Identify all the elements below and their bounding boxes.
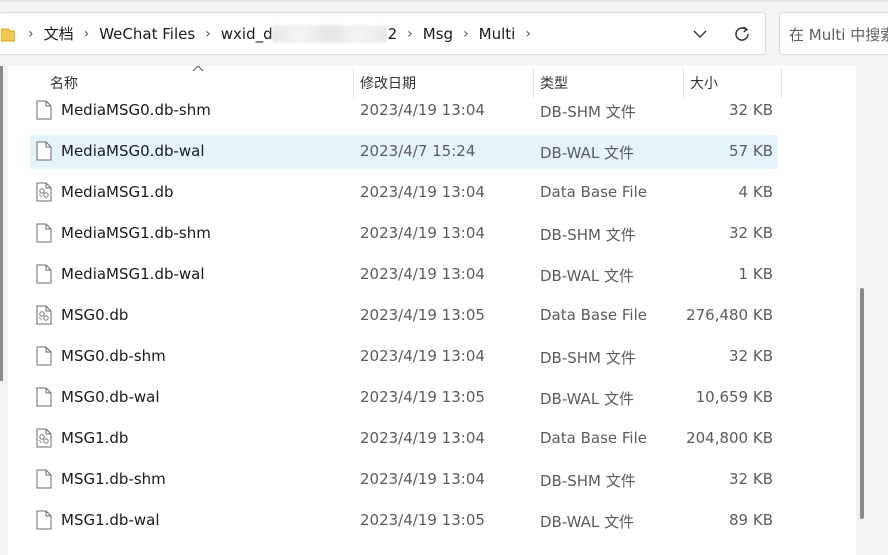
window-top-border xyxy=(0,0,888,2)
file-type: DB-SHM 文件 xyxy=(540,226,636,244)
file-row[interactable]: MediaMSG1.db 2023/4/19 13:04 Data Base Fil… xyxy=(30,176,778,210)
file-size: 1 KB xyxy=(738,265,773,283)
generic-file-icon xyxy=(36,264,52,288)
breadcrumb-item-multi[interactable]: Multi xyxy=(474,25,521,43)
file-name: MSG0.db xyxy=(61,306,129,324)
column-header-type[interactable]: 类型 xyxy=(540,70,568,96)
file-type: DB-SHM 文件 xyxy=(540,349,636,367)
file-name: MSG1.db xyxy=(61,429,129,447)
file-modified-date: 2023/4/19 13:04 xyxy=(360,265,485,283)
file-row[interactable]: MediaMSG1.db-wal 2023/4/19 13:04 DB-WAL 文件… xyxy=(30,258,778,292)
file-name: MSG1.db-wal xyxy=(61,511,160,529)
file-size: 4 KB xyxy=(738,183,773,201)
left-pane-scrollbar[interactable] xyxy=(0,66,3,381)
file-modified-date: 2023/4/19 13:04 xyxy=(360,101,485,119)
file-modified-date: 2023/4/19 13:05 xyxy=(360,511,485,529)
chevron-right-icon[interactable]: › xyxy=(458,26,474,42)
chevron-right-icon: › xyxy=(28,25,34,42)
search-placeholder: 在 Multi 中搜索 xyxy=(789,26,888,44)
chevron-right-icon[interactable]: › xyxy=(79,26,95,42)
file-name: MediaMSG1.db xyxy=(61,183,174,201)
refresh-button[interactable] xyxy=(729,21,755,47)
file-row[interactable]: MediaMSG1.db-shm 2023/4/19 13:04 DB-SHM 文件… xyxy=(30,217,778,251)
file-size: 32 KB xyxy=(729,101,773,119)
file-size: 57 KB xyxy=(729,142,773,160)
file-modified-date: 2023/4/19 13:05 xyxy=(360,388,485,406)
file-size: 276,480 KB xyxy=(686,306,773,324)
generic-file-icon xyxy=(36,100,52,124)
address-bar[interactable]: › 文档 › WeChat Files › wxid_d 2 › Msg › M… xyxy=(0,12,766,55)
file-type: Data Base File xyxy=(540,306,647,324)
file-row[interactable]: MSG0.db-wal 2023/4/19 13:05 DB-WAL 文件 10,65… xyxy=(30,381,778,415)
scrollbar-thumb[interactable] xyxy=(860,288,864,519)
generic-file-icon xyxy=(36,387,52,411)
file-size: 32 KB xyxy=(729,347,773,365)
file-type: DB-WAL 文件 xyxy=(540,267,635,285)
generic-file-icon xyxy=(36,223,52,247)
file-type: DB-SHM 文件 xyxy=(540,103,636,121)
address-history-dropdown-button[interactable] xyxy=(687,21,713,47)
breadcrumb: › 文档 › WeChat Files › wxid_d 2 › Msg › M… xyxy=(0,13,536,54)
file-name: MediaMSG0.db-shm xyxy=(61,101,211,119)
file-row[interactable]: MSG1.db-shm 2023/4/19 13:04 DB-SHM 文件 32 KB xyxy=(30,463,778,497)
file-name: MediaMSG0.db-wal xyxy=(61,142,205,160)
file-row[interactable]: MediaMSG0.db-wal 2023/4/7 15:24 DB-WAL 文件 5… xyxy=(30,135,778,169)
breadcrumb-item-documents[interactable]: 文档 xyxy=(39,23,79,44)
file-type: Data Base File xyxy=(540,183,647,201)
file-list-pane[interactable]: 名称 修改日期 类型 大小 MediaMSG0.db-shm 2023/4/19 … xyxy=(8,66,856,555)
refresh-icon xyxy=(735,26,749,41)
file-type: DB-SHM 文件 xyxy=(540,472,636,490)
file-name: MediaMSG1.db-shm xyxy=(61,224,211,242)
file-type: DB-WAL 文件 xyxy=(540,390,635,408)
file-row[interactable]: MSG1.db-wal 2023/4/19 13:05 DB-WAL 文件 89 KB xyxy=(30,504,778,538)
file-row[interactable]: MSG1.db 2023/4/19 13:04 Data Base File 204,… xyxy=(30,422,778,456)
generic-file-icon xyxy=(36,510,52,534)
file-modified-date: 2023/4/19 13:04 xyxy=(360,183,485,201)
sort-ascending-icon xyxy=(192,66,204,72)
database-file-icon xyxy=(36,305,52,329)
breadcrumb-item-wechat-files[interactable]: WeChat Files xyxy=(94,25,200,43)
vertical-scrollbar[interactable] xyxy=(856,66,874,555)
column-header-name[interactable]: 名称 xyxy=(50,70,78,96)
breadcrumb-item-wxid[interactable]: wxid_d xyxy=(216,25,278,43)
column-header-size[interactable]: 大小 xyxy=(690,70,718,96)
file-size: 10,659 KB xyxy=(695,388,773,406)
file-size: 32 KB xyxy=(729,470,773,488)
folder-icon xyxy=(1,26,15,42)
chevron-right-icon[interactable]: › xyxy=(520,26,536,42)
column-header-date[interactable]: 修改日期 xyxy=(360,70,416,96)
file-size: 32 KB xyxy=(729,224,773,242)
file-modified-date: 2023/4/19 13:05 xyxy=(360,306,485,324)
file-row[interactable]: MSG0.db 2023/4/19 13:05 Data Base File 276,… xyxy=(30,299,778,333)
column-divider[interactable] xyxy=(781,68,782,98)
file-row[interactable]: MediaMSG0.db-shm 2023/4/19 13:04 DB-SHM 文件… xyxy=(30,94,778,128)
file-modified-date: 2023/4/7 15:24 xyxy=(360,142,476,160)
generic-file-icon xyxy=(36,141,52,165)
chevron-right-icon[interactable]: › xyxy=(402,26,418,42)
file-name: MSG0.db-wal xyxy=(61,388,160,406)
search-input[interactable]: 在 Multi 中搜索 xyxy=(779,12,888,55)
breadcrumb-item-msg[interactable]: Msg xyxy=(418,25,458,43)
file-modified-date: 2023/4/19 13:04 xyxy=(360,224,485,242)
file-modified-date: 2023/4/19 13:04 xyxy=(360,429,485,447)
database-file-icon xyxy=(36,428,52,452)
redacted-blur xyxy=(271,24,387,43)
generic-file-icon xyxy=(36,346,52,370)
chevron-right-icon[interactable]: › xyxy=(200,26,216,42)
file-modified-date: 2023/4/19 13:04 xyxy=(360,347,485,365)
file-modified-date: 2023/4/19 13:04 xyxy=(360,470,485,488)
chevron-down-icon xyxy=(693,30,707,38)
file-row[interactable]: MSG0.db-shm 2023/4/19 13:04 DB-SHM 文件 32 KB xyxy=(30,340,778,374)
file-name: MediaMSG1.db-wal xyxy=(61,265,205,283)
file-name: MSG1.db-shm xyxy=(61,470,166,488)
file-name: MSG0.db-shm xyxy=(61,347,166,365)
breadcrumb-wxid-text: wxid_d xyxy=(220,24,273,43)
database-file-icon xyxy=(36,182,52,206)
file-type: DB-WAL 文件 xyxy=(540,144,635,162)
file-size: 204,800 KB xyxy=(686,429,773,447)
file-size: 89 KB xyxy=(729,511,773,529)
generic-file-icon xyxy=(36,469,52,493)
file-type: DB-WAL 文件 xyxy=(540,513,635,531)
file-type: Data Base File xyxy=(540,429,647,447)
